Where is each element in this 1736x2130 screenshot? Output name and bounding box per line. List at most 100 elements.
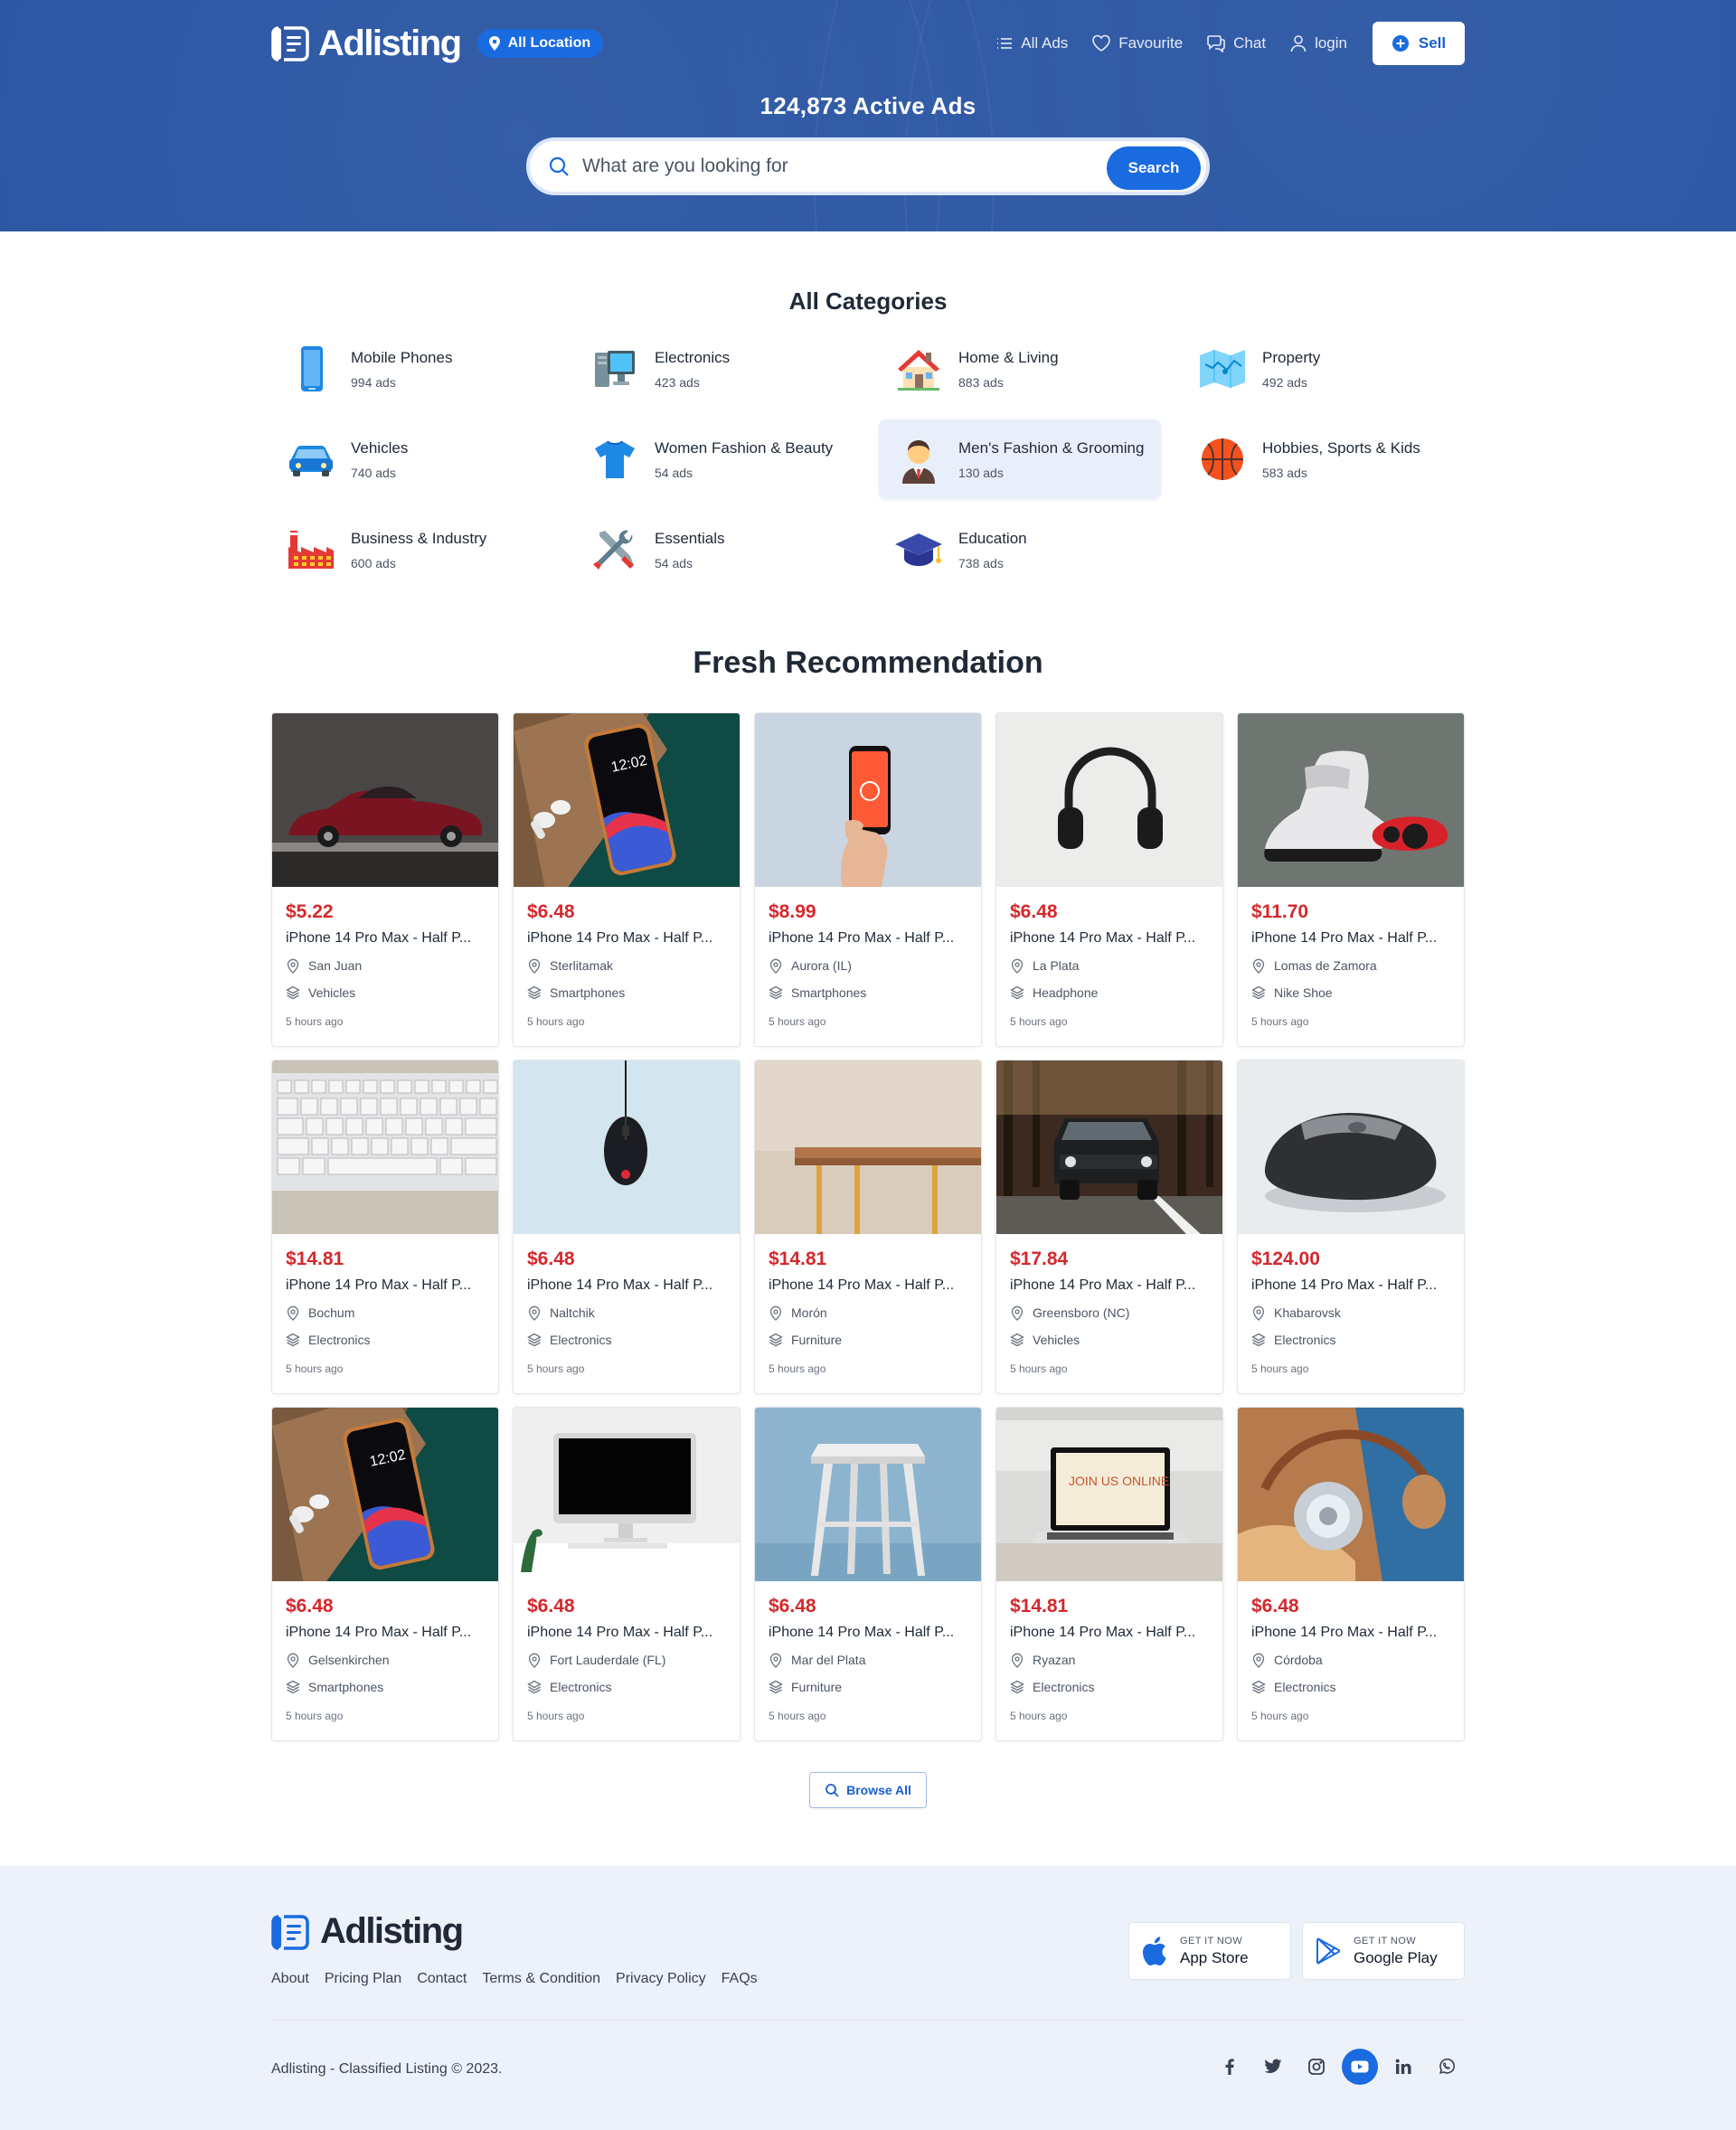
category-home-living[interactable]: Home & Living 883 ads bbox=[879, 329, 1161, 409]
location-pin-icon bbox=[528, 1305, 541, 1321]
listing-image[interactable] bbox=[1238, 1060, 1464, 1234]
location-text: Córdoba bbox=[1274, 1653, 1323, 1667]
listing-title[interactable]: iPhone 14 Pro Max - Half P... bbox=[1010, 1625, 1209, 1641]
listing-card[interactable]: $6.48 iPhone 14 Pro Max - Half P... Fort… bbox=[513, 1407, 741, 1741]
nav-label: All Ads bbox=[1021, 34, 1069, 52]
listing-title[interactable]: iPhone 14 Pro Max - Half P... bbox=[527, 930, 726, 947]
listing-image[interactable] bbox=[996, 1060, 1222, 1234]
category-property[interactable]: Property 492 ads bbox=[1183, 329, 1465, 409]
category-name: Electronics bbox=[655, 348, 731, 366]
plus-circle-icon bbox=[1392, 35, 1409, 52]
listing-title[interactable]: iPhone 14 Pro Max - Half P... bbox=[1251, 1625, 1450, 1641]
browse-all-button[interactable]: Browse All bbox=[809, 1772, 927, 1808]
listing-card[interactable]: $11.70 iPhone 14 Pro Max - Half P... Lom… bbox=[1237, 712, 1465, 1047]
footer-logo[interactable]: Adlisting bbox=[271, 1911, 464, 1952]
listing-image[interactable] bbox=[755, 1408, 981, 1581]
footer-link-contact[interactable]: Contact bbox=[417, 1971, 467, 1987]
listing-card[interactable]: $5.22 iPhone 14 Pro Max - Half P... San … bbox=[271, 712, 499, 1047]
listing-title[interactable]: iPhone 14 Pro Max - Half P... bbox=[769, 930, 967, 947]
social-links bbox=[1212, 2049, 1465, 2085]
store-caption: GET IT NOW bbox=[1180, 1935, 1242, 1946]
whatsapp-icon[interactable] bbox=[1429, 2049, 1465, 2085]
location-pin-icon bbox=[287, 1305, 299, 1321]
listing-price: $14.81 bbox=[286, 1249, 344, 1269]
listing-title[interactable]: iPhone 14 Pro Max - Half P... bbox=[769, 1625, 967, 1641]
youtube-icon[interactable] bbox=[1342, 2049, 1378, 2085]
listing-title[interactable]: iPhone 14 Pro Max - Half P... bbox=[286, 930, 485, 947]
listing-price: $124.00 bbox=[1251, 1249, 1320, 1269]
instagram-icon[interactable] bbox=[1298, 2049, 1335, 2085]
listing-card[interactable]: $14.81 iPhone 14 Pro Max - Half P... Boc… bbox=[271, 1060, 499, 1394]
category-essentials[interactable]: Essentials 54 ads bbox=[575, 510, 857, 589]
footer-link-terms[interactable]: Terms & Condition bbox=[482, 1971, 600, 1987]
category-mobile-phones[interactable]: Mobile Phones 994 ads bbox=[271, 329, 553, 409]
footer-link-privacy[interactable]: Privacy Policy bbox=[616, 1971, 706, 1987]
search-icon bbox=[826, 1784, 839, 1797]
sell-button[interactable]: Sell bbox=[1373, 22, 1465, 65]
listing-image[interactable] bbox=[514, 1408, 740, 1581]
listing-card[interactable]: $6.48 iPhone 14 Pro Max - Half P... Mar … bbox=[754, 1407, 982, 1741]
nav-login[interactable]: login bbox=[1289, 34, 1347, 52]
listing-card[interactable]: $8.99 iPhone 14 Pro Max - Half P... Auro… bbox=[754, 712, 982, 1047]
nav-chat[interactable]: Chat bbox=[1206, 34, 1266, 52]
footer-link-pricing[interactable]: Pricing Plan bbox=[325, 1971, 401, 1987]
category-name: Home & Living bbox=[958, 348, 1059, 366]
listing-title[interactable]: iPhone 14 Pro Max - Half P... bbox=[1251, 1277, 1450, 1294]
location-pin-icon bbox=[1252, 1305, 1265, 1321]
listing-price: $14.81 bbox=[1010, 1596, 1069, 1616]
listing-card[interactable]: $6.48 iPhone 14 Pro Max - Half P... Córd… bbox=[1237, 1407, 1465, 1741]
listing-card[interactable]: 12:02 $6.48 iPhone 14 Pro Max - Half P..… bbox=[513, 712, 741, 1047]
category-electronics[interactable]: Electronics 423 ads bbox=[575, 329, 857, 409]
listing-image[interactable]: 12:02 bbox=[514, 713, 740, 887]
listing-title[interactable]: iPhone 14 Pro Max - Half P... bbox=[1251, 930, 1450, 947]
listing-title[interactable]: iPhone 14 Pro Max - Half P... bbox=[527, 1625, 726, 1641]
footer-link-faqs[interactable]: FAQs bbox=[722, 1971, 758, 1987]
listing-title[interactable]: iPhone 14 Pro Max - Half P... bbox=[769, 1277, 967, 1294]
listing-title[interactable]: iPhone 14 Pro Max - Half P... bbox=[527, 1277, 726, 1294]
listing-image[interactable]: 12:02 bbox=[272, 1408, 498, 1581]
listing-card[interactable]: $14.81 iPhone 14 Pro Max - Half P... Mor… bbox=[754, 1060, 982, 1394]
listing-image[interactable]: JOIN US ONLINE bbox=[996, 1408, 1222, 1581]
footer-link-about[interactable]: About bbox=[271, 1971, 309, 1987]
nav-all-ads[interactable]: All Ads bbox=[995, 34, 1068, 52]
location-selector[interactable]: All Location bbox=[476, 29, 604, 58]
listing-image[interactable] bbox=[272, 713, 498, 887]
listing-card[interactable]: $17.84 iPhone 14 Pro Max - Half P... Gre… bbox=[995, 1060, 1223, 1394]
listing-title[interactable]: iPhone 14 Pro Max - Half P... bbox=[286, 1625, 485, 1641]
listing-image[interactable] bbox=[996, 713, 1222, 887]
listing-card[interactable]: $6.48 iPhone 14 Pro Max - Half P... Nalt… bbox=[513, 1060, 741, 1394]
search-input[interactable] bbox=[582, 156, 1089, 177]
category-text: Smartphones bbox=[791, 985, 867, 1000]
category-education[interactable]: Education 738 ads bbox=[879, 510, 1161, 589]
listing-image[interactable] bbox=[1238, 713, 1464, 887]
listing-title[interactable]: iPhone 14 Pro Max - Half P... bbox=[1010, 930, 1209, 947]
listing-image[interactable] bbox=[272, 1060, 498, 1234]
linkedin-icon[interactable] bbox=[1385, 2049, 1421, 2085]
listing-title[interactable]: iPhone 14 Pro Max - Half P... bbox=[286, 1277, 485, 1294]
listing-image[interactable] bbox=[514, 1060, 740, 1234]
facebook-icon[interactable] bbox=[1212, 2049, 1248, 2085]
listing-card[interactable]: $6.48 iPhone 14 Pro Max - Half P... La P… bbox=[995, 712, 1223, 1047]
listing-image[interactable] bbox=[755, 713, 981, 887]
listing-card[interactable]: JOIN US ONLINE $14.81 iPhone 14 Pro Max … bbox=[995, 1407, 1223, 1741]
category-women-fashion[interactable]: Women Fashion & Beauty 54 ads bbox=[575, 419, 857, 499]
listing-title[interactable]: iPhone 14 Pro Max - Half P... bbox=[1010, 1277, 1209, 1294]
category-hobbies-sports[interactable]: Hobbies, Sports & Kids 583 ads bbox=[1183, 419, 1465, 499]
nav-favourite[interactable]: Favourite bbox=[1091, 34, 1183, 52]
google-play-button[interactable]: GET IT NOW Google Play bbox=[1302, 1922, 1465, 1980]
category-business-industry[interactable]: Business & Industry 600 ads bbox=[271, 510, 553, 589]
category-text: Vehicles bbox=[308, 985, 356, 1000]
search-button[interactable]: Search bbox=[1107, 146, 1201, 190]
twitter-icon[interactable] bbox=[1255, 2049, 1291, 2085]
store-name: Google Play bbox=[1354, 1948, 1438, 1966]
listing-image[interactable] bbox=[755, 1060, 981, 1234]
category-vehicles[interactable]: Vehicles 740 ads bbox=[271, 419, 553, 499]
category-mens-fashion[interactable]: Men's Fashion & Grooming 130 ads bbox=[879, 419, 1161, 499]
category-count: 738 ads bbox=[958, 555, 1004, 570]
listing-time: 5 hours ago bbox=[286, 1015, 344, 1028]
app-store-button[interactable]: GET IT NOW App Store bbox=[1128, 1922, 1291, 1980]
listing-image[interactable] bbox=[1238, 1408, 1464, 1581]
brand-logo[interactable]: Adlisting bbox=[271, 24, 462, 64]
listing-card[interactable]: 12:02 $6.48 iPhone 14 Pro Max - Half P..… bbox=[271, 1407, 499, 1741]
listing-card[interactable]: $124.00 iPhone 14 Pro Max - Half P... Kh… bbox=[1237, 1060, 1465, 1394]
